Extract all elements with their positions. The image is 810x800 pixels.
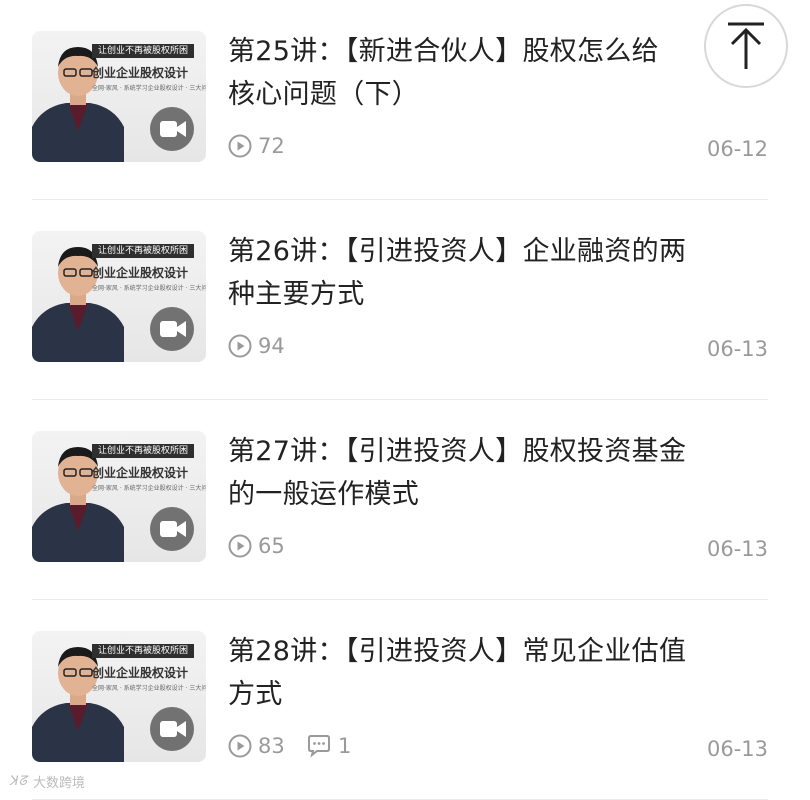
view-count-value: 83 — [258, 734, 285, 758]
thumbnail-tag: 让创业不再被股权所困 — [92, 444, 195, 458]
lecture-title-line: 第26讲：【引进投资人】企业融资的两 — [228, 236, 687, 267]
arrow-up-icon — [728, 22, 764, 69]
lecture-title-line: 第28讲：【引进投资人】常见企业估值 — [228, 636, 687, 667]
play-circle-icon — [228, 734, 252, 758]
list-item[interactable]: 让创业不再被股权所困 创业企业股权设计 全网·家风 · 系统学习企业股权设计 ·… — [32, 0, 768, 200]
publish-date: 06-13 — [706, 737, 768, 761]
video-thumbnail[interactable]: 让创业不再被股权所困 创业企业股权设计 全网·家风 · 系统学习企业股权设计 ·… — [32, 631, 206, 762]
video-thumbnail[interactable]: 让创业不再被股权所困 创业企业股权设计 全网·家风 · 系统学习企业股权设计 ·… — [32, 231, 206, 362]
thumbnail-subtitle: 全网·家风 · 系统学习企业股权设计 · 三大问题 — [92, 685, 206, 692]
lecture-title-line: 的一般运作模式 — [228, 479, 420, 510]
thumbnail-title: 创业企业股权设计 — [92, 66, 189, 80]
play-button[interactable] — [150, 107, 194, 151]
view-count: 94 — [228, 334, 285, 358]
thumbnail-title: 创业企业股权设计 — [92, 466, 189, 480]
publish-date: 06-13 — [706, 537, 768, 561]
lecture-title[interactable]: 第28讲：【引进投资人】常见企业估值 方式 — [228, 630, 758, 716]
comment-bubble-icon — [308, 735, 330, 758]
list-item[interactable]: 让创业不再被股权所困 创业企业股权设计 全网·家风 · 系统学习企业股权设计 ·… — [32, 200, 768, 400]
lecture-title-line: 第25讲：【新进合伙人】股权怎么给 — [228, 36, 659, 67]
thumbnail-subtitle: 全网·家风 · 系统学习企业股权设计 · 三大问题 — [92, 85, 206, 92]
thumbnail-subtitle: 全网·家风 · 系统学习企业股权设计 · 三大问题 — [92, 285, 206, 292]
lecture-title[interactable]: 第27讲：【引进投资人】股权投资基金 的一般运作模式 — [228, 430, 758, 516]
view-count-value: 72 — [258, 134, 285, 158]
video-camera-icon — [160, 121, 186, 137]
thumbnail-title: 创业企业股权设计 — [92, 266, 189, 280]
list-item[interactable]: 让创业不再被股权所困 创业企业股权设计 全网·家风 · 系统学习企业股权设计 ·… — [32, 400, 768, 600]
video-thumbnail[interactable]: 让创业不再被股权所困 创业企业股权设计 全网·家风 · 系统学习企业股权设计 ·… — [32, 31, 206, 162]
view-count: 83 — [228, 734, 285, 758]
thumbnail-subtitle: 全网·家风 · 系统学习企业股权设计 · 三大问题 — [92, 485, 206, 492]
view-count: 72 — [228, 134, 285, 158]
view-count-value: 94 — [258, 334, 285, 358]
comment-count: 1 — [306, 734, 351, 758]
play-button[interactable] — [150, 507, 194, 551]
lecture-title-line: 种主要方式 — [228, 279, 365, 310]
scroll-to-top-button[interactable] — [704, 4, 788, 88]
list-item[interactable]: 让创业不再被股权所困 创业企业股权设计 全网·家风 · 系统学习企业股权设计 ·… — [32, 600, 768, 800]
lecture-meta: 65 06-13 — [228, 534, 768, 564]
thumbnail-tag: 让创业不再被股权所困 — [92, 44, 195, 58]
lecture-title[interactable]: 第25讲：【新进合伙人】股权怎么给 核心问题（下） — [228, 30, 758, 116]
lecture-title-line: 方式 — [228, 679, 283, 710]
thumbnail-tag: 让创业不再被股权所困 — [92, 244, 195, 258]
play-button[interactable] — [150, 307, 194, 351]
lecture-title-line: 核心问题（下） — [228, 79, 420, 110]
watermark-logo: ꓘᘔ — [10, 774, 27, 789]
watermark: ꓘᘔ 大数跨境 — [10, 772, 85, 791]
view-count-value: 65 — [258, 534, 285, 558]
lecture-title-line: 第27讲：【引进投资人】股权投资基金 — [228, 436, 687, 467]
lecture-meta: 94 06-13 — [228, 334, 768, 364]
watermark-text: 大数跨境 — [32, 776, 85, 791]
play-circle-icon — [228, 134, 252, 158]
play-button[interactable] — [150, 707, 194, 751]
lecture-meta: 72 06-12 — [228, 134, 768, 164]
video-camera-icon — [160, 521, 186, 537]
thumbnail-title: 创业企业股权设计 — [92, 666, 189, 680]
lecture-title[interactable]: 第26讲：【引进投资人】企业融资的两 种主要方式 — [228, 230, 758, 316]
thumbnail-tag: 让创业不再被股权所困 — [92, 644, 195, 658]
comment-count-value: 1 — [338, 734, 352, 758]
video-camera-icon — [160, 721, 186, 737]
play-circle-icon — [228, 534, 252, 558]
video-thumbnail[interactable]: 让创业不再被股权所困 创业企业股权设计 全网·家风 · 系统学习企业股权设计 ·… — [32, 431, 206, 562]
publish-date: 06-12 — [706, 137, 768, 161]
video-camera-icon — [160, 321, 186, 337]
play-circle-icon — [228, 334, 252, 358]
view-count: 65 — [228, 534, 285, 558]
lecture-meta: 83 1 06-13 — [228, 734, 768, 764]
publish-date: 06-13 — [706, 337, 768, 361]
